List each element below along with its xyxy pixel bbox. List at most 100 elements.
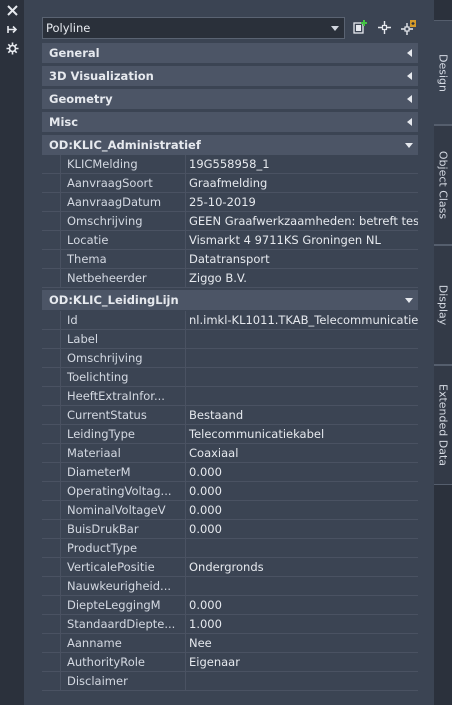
property-value[interactable]: GEEN Graafwerkzaamheden: betreft testme.…	[186, 212, 418, 231]
property-value[interactable]	[186, 672, 418, 691]
close-icon[interactable]	[6, 4, 19, 17]
property-row[interactable]: AuthorityRole Eigenaar	[42, 653, 418, 672]
property-name: DiameterM	[60, 463, 186, 482]
chevron-down-icon	[405, 298, 413, 303]
property-row[interactable]: DiameterM 0.000	[42, 463, 418, 482]
property-row[interactable]: Aanname Nee	[42, 634, 418, 653]
property-value[interactable]: Nee	[186, 634, 418, 653]
property-name: BuisDrukBar	[60, 520, 186, 539]
properties-icon[interactable]	[6, 42, 19, 55]
property-row[interactable]: Idnl.imkl-KL1011.TKAB_Telecommunicatieka…	[42, 311, 418, 330]
property-row[interactable]: StandaardDiepte... 1.000	[42, 615, 418, 634]
property-value[interactable]: nl.imkl-KL1011.TKAB_Telecommunicatiekab.…	[186, 311, 418, 330]
property-row[interactable]: Omschrijving GEEN Graafwerkzaamheden: bet…	[42, 212, 418, 231]
select-objects-icon[interactable]	[376, 19, 393, 36]
chevron-down-icon	[405, 143, 413, 148]
property-row[interactable]: Toelichting	[42, 368, 418, 387]
property-row[interactable]: Nauwkeurigheid...	[42, 577, 418, 596]
property-value[interactable]: 0.000	[186, 463, 418, 482]
palette-title-strip	[0, 0, 24, 705]
tab-display[interactable]: Display	[434, 245, 452, 365]
chevron-down-icon	[331, 26, 339, 31]
property-value[interactable]: 19G558958_1	[186, 155, 418, 174]
property-row[interactable]: AanvraagSoort Graafmelding	[42, 174, 418, 193]
property-name: LeidingType	[60, 425, 186, 444]
property-name: DiepteLeggingM	[60, 596, 186, 615]
tab-label: Extended Data	[436, 383, 450, 467]
property-value[interactable]	[186, 368, 418, 387]
property-value[interactable]: 0.000	[186, 501, 418, 520]
property-row[interactable]: Netbeheerder Ziggo B.V.	[42, 269, 418, 288]
property-name: Id	[60, 311, 186, 330]
property-row[interactable]: AanvraagDatum 25-10-2019	[42, 193, 418, 212]
section-title: General	[49, 46, 100, 60]
property-row[interactable]: Locatie Vismarkt 4 9711KS Groningen NL	[42, 231, 418, 250]
property-row[interactable]: LeidingType Telecommunicatiekabel	[42, 425, 418, 444]
chevron-left-icon	[407, 118, 412, 126]
property-value[interactable]: 0.000	[186, 596, 418, 615]
property-row[interactable]: Disclaimer	[42, 672, 418, 691]
property-name: Disclaimer	[60, 672, 186, 691]
property-row[interactable]: KLICMelding 19G558958_1	[42, 155, 418, 174]
property-value[interactable]: 0.000	[186, 520, 418, 539]
property-value[interactable]: 0.000	[186, 482, 418, 501]
property-name: KLICMelding	[60, 155, 186, 174]
section-od-klic-administratief[interactable]: OD:KLIC_Administratief	[42, 135, 418, 155]
property-value[interactable]	[186, 539, 418, 558]
property-row[interactable]: DiepteLeggingM 0.000	[42, 596, 418, 615]
chevron-left-icon	[407, 49, 412, 57]
property-value[interactable]	[186, 330, 418, 349]
section-3d-visualization[interactable]: 3D Visualization	[42, 66, 418, 86]
property-value[interactable]	[186, 349, 418, 368]
property-value[interactable]: 1.000	[186, 615, 418, 634]
property-value[interactable]	[186, 577, 418, 596]
palette-tabs: Design Object Class Display Extended Dat…	[434, 0, 452, 705]
property-name: Omschrijving	[60, 349, 186, 368]
property-value[interactable]: Bestaand	[186, 406, 418, 425]
section-general[interactable]: General	[42, 43, 418, 63]
property-row[interactable]: CurrentStatus Bestaand	[42, 406, 418, 425]
tab-label: Design	[436, 53, 450, 92]
section-title: OD:KLIC_Administratief	[49, 138, 201, 152]
chevron-left-icon	[407, 95, 412, 103]
property-value[interactable]: Datatransport	[186, 250, 418, 269]
section-title: OD:KLIC_LeidingLijn	[49, 293, 179, 307]
property-row[interactable]: Omschrijving	[42, 349, 418, 368]
section-misc[interactable]: Misc	[42, 112, 418, 132]
property-row[interactable]: BuisDrukBar 0.000	[42, 520, 418, 539]
property-row[interactable]: OperatingVoltag... 0.000	[42, 482, 418, 501]
property-value[interactable]: Ondergronds	[186, 558, 418, 577]
quick-select-icon[interactable]	[352, 19, 369, 36]
tab-object-class[interactable]: Object Class	[434, 125, 452, 245]
property-row[interactable]: NominalVoltageV 0.000	[42, 501, 418, 520]
property-name: Omschrijving	[60, 212, 186, 231]
property-name: Materiaal	[60, 444, 186, 463]
property-row[interactable]: VerticalePositie Ondergronds	[42, 558, 418, 577]
tab-extended-data[interactable]: Extended Data	[434, 365, 452, 485]
property-value[interactable]: Telecommunicatiekabel	[186, 425, 418, 444]
property-row[interactable]: Thema Datatransport	[42, 250, 418, 269]
tab-label: Display	[436, 284, 450, 326]
toggle-pickadd-icon[interactable]	[400, 19, 417, 36]
property-value[interactable]: Vismarkt 4 9711KS Groningen NL	[186, 231, 418, 250]
property-name: Thema	[60, 250, 186, 269]
property-value[interactable]: 25-10-2019	[186, 193, 418, 212]
property-value[interactable]: Eigenaar	[186, 653, 418, 672]
property-name: Aanname	[60, 634, 186, 653]
property-name: HeeftExtraInfor...	[60, 387, 186, 406]
property-value[interactable]	[186, 387, 418, 406]
object-toolbar: Polyline	[42, 17, 440, 39]
properties-panel: Polyline General 3D Visualization Geomet…	[24, 0, 434, 705]
property-value[interactable]: Coaxiaal	[186, 444, 418, 463]
property-row[interactable]: ProductType	[42, 539, 418, 558]
section-od-klic-leidinglijn[interactable]: OD:KLIC_LeidingLijn	[42, 290, 418, 310]
property-value[interactable]: Graafmelding	[186, 174, 418, 193]
autohide-icon[interactable]	[6, 23, 19, 36]
section-geometry[interactable]: Geometry	[42, 89, 418, 109]
property-row[interactable]: HeeftExtraInfor...	[42, 387, 418, 406]
property-value[interactable]: Ziggo B.V.	[186, 269, 418, 288]
object-type-dropdown[interactable]: Polyline	[42, 17, 345, 39]
property-row[interactable]: Label	[42, 330, 418, 349]
tab-design[interactable]: Design	[434, 20, 452, 125]
property-row[interactable]: Materiaal Coaxiaal	[42, 444, 418, 463]
